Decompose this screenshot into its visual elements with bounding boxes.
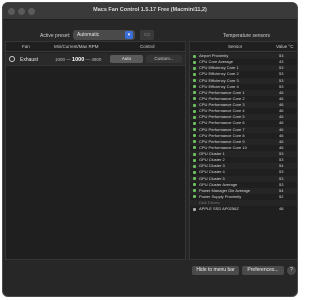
sensor-icon [193, 97, 196, 101]
preset-label: Active preset: [40, 33, 71, 39]
help-button[interactable]: ? [287, 266, 296, 275]
fan-row[interactable]: Exhaust 1000 — 1000 — 4900 Auto Custom..… [6, 53, 185, 66]
sensors-table-header: Sensor Value °C [190, 42, 297, 52]
fan-rpm-current: 1000 [72, 57, 85, 63]
sensor-icon [193, 66, 196, 70]
toolbar: Active preset: Automatic ▾ ▭ Temperature… [3, 21, 297, 41]
fan-name: Exhaust [20, 57, 39, 63]
chevron-down-icon: ▾ [125, 31, 133, 39]
sensors-title: Temperature sensors [223, 33, 270, 39]
sensors-panel: Sensor Value °C Airport Proximity 53 CPU C… [189, 41, 297, 260]
sensor-icon [193, 134, 196, 138]
sensor-icon [193, 85, 196, 89]
fans-table-header: Fan Min/Current/Max RPM Control [6, 42, 185, 52]
sensor-icon [193, 72, 196, 76]
preset-select[interactable]: Automatic ▾ [73, 30, 135, 40]
preferences-button[interactable]: Preferences... [242, 266, 284, 275]
sensor-icon [193, 91, 196, 95]
sensor-icon [193, 195, 196, 199]
sensor-column-header[interactable]: Sensor [228, 44, 242, 49]
sensor-name: APPLE SSD AP0256Z [199, 206, 239, 212]
sensor-row[interactable]: APPLE SSD AP0256Z 48 [190, 206, 297, 212]
control-column-header[interactable]: Control [140, 44, 155, 49]
sensor-icon [193, 115, 196, 119]
sensor-icon [193, 79, 196, 82]
title-bar: Macs Fan Control 1.5.17 Free (Macmini11,… [3, 3, 297, 20]
save-preset-icon[interactable]: ▭ [140, 30, 154, 40]
sensor-value: 48 [279, 206, 284, 212]
app-window: Macs Fan Control 1.5.17 Free (Macmini11,… [2, 2, 298, 297]
rpm-column-header[interactable]: Min/Current/Max RPM [54, 44, 99, 49]
sensor-icon [193, 158, 196, 162]
hide-to-menu-bar-button[interactable]: Hide to menu bar [192, 266, 239, 275]
value-column-header[interactable]: Value °C [276, 44, 293, 49]
sensor-icon [193, 189, 196, 193]
bottom-bar: Hide to menu bar Preferences... ? [3, 260, 297, 296]
sensor-icon [193, 170, 196, 174]
sensor-icon [193, 183, 196, 187]
preset-value: Automatic [77, 32, 100, 38]
sensor-icon [193, 146, 196, 150]
custom-button[interactable]: Custom... [146, 55, 182, 63]
fan-rpm: 1000 — 1000 — 4900 [55, 57, 102, 63]
fan-icon [9, 56, 15, 62]
sensor-icon [193, 109, 196, 113]
auto-button[interactable]: Auto [110, 55, 143, 63]
sensor-list[interactable]: Airport Proximity 53 CPU Core Average 43 CPU… [190, 53, 297, 212]
sensor-icon [193, 121, 196, 125]
sensor-icon [193, 164, 196, 168]
fan-rpm-min: 1000 [55, 57, 66, 62]
fan-column-header[interactable]: Fan [22, 44, 30, 49]
sensor-icon [193, 60, 196, 64]
window-title: Macs Fan Control 1.5.17 Free (Macmini11,… [93, 7, 207, 13]
sensor-icon [193, 177, 196, 180]
sensor-icon [193, 207, 196, 211]
sensor-icon [193, 54, 196, 58]
fan-rpm-max: 4900 [91, 57, 102, 62]
sensor-icon [193, 103, 196, 107]
fans-panel: Fan Min/Current/Max RPM Control Exhaust … [5, 41, 186, 260]
sensor-icon [193, 152, 196, 156]
sensor-icon [193, 140, 196, 144]
sensor-icon [193, 128, 196, 131]
